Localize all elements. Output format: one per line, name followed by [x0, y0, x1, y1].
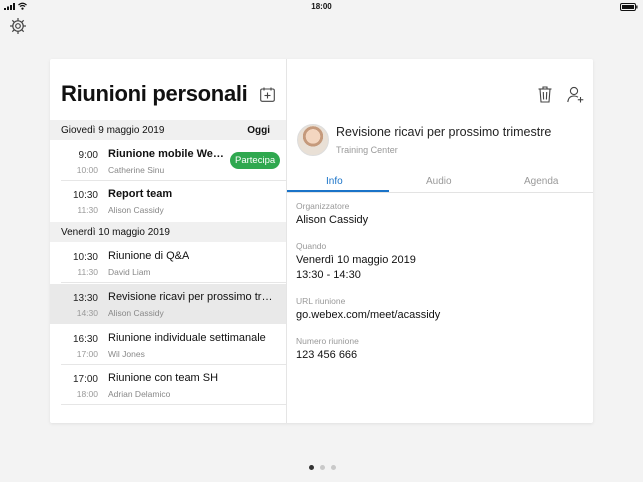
- meeting-host: Wil Jones: [108, 349, 145, 359]
- url-label: URL riunione: [296, 296, 346, 306]
- status-bar: 18:00: [0, 0, 643, 14]
- main-card: Riunioni personali Giovedì 9 maggio 2019…: [50, 59, 593, 423]
- meeting-list-item[interactable]: 9:00 10:00 Riunione mobile Webex Catheri…: [50, 141, 286, 181]
- meeting-detail-title: Revisione ricavi per prossimo trimestre: [336, 125, 552, 139]
- meeting-list-item[interactable]: 16:30 17:00 Riunione individuale settima…: [50, 325, 286, 365]
- meeting-number: 123 456 666: [296, 349, 358, 361]
- meeting-url[interactable]: go.webex.com/meet/acassidy: [296, 309, 440, 321]
- meeting-title: Revisione ricavi per prossimo trimestre: [108, 291, 273, 303]
- meeting-list-item[interactable]: 17:00 18:00 Riunione con team SH Adrian …: [50, 365, 286, 405]
- organizer-avatar: [297, 124, 329, 156]
- meeting-detail-subtitle: Training Center: [336, 145, 398, 155]
- day-header: Giovedì 9 maggio 2019 Oggi: [50, 120, 286, 140]
- trash-icon[interactable]: [538, 86, 552, 103]
- day-label: Giovedì 9 maggio 2019: [61, 125, 165, 136]
- meetings-list-panel: Riunioni personali Giovedì 9 maggio 2019…: [50, 59, 287, 423]
- meeting-title: Riunione con team SH: [108, 372, 219, 384]
- page-dot-active[interactable]: [309, 465, 314, 470]
- meeting-end-time: 11:30: [77, 205, 98, 215]
- when-date: Venerdì 10 maggio 2019: [296, 254, 416, 266]
- divider: [61, 404, 286, 405]
- meeting-start-time: 13:30: [72, 293, 98, 304]
- meeting-title: Riunione di Q&A: [108, 250, 190, 262]
- add-person-icon[interactable]: [567, 86, 584, 103]
- meeting-start-time: 17:00: [72, 374, 98, 385]
- organizer-label: Organizzatore: [296, 201, 350, 211]
- meeting-title: Riunione individuale settimanale: [108, 332, 266, 344]
- meeting-host: Catherine Sinu: [108, 165, 165, 175]
- page-dot[interactable]: [331, 465, 336, 470]
- tab-info[interactable]: Info: [326, 176, 343, 187]
- meeting-start-time: 10:30: [72, 252, 98, 263]
- meeting-list-item[interactable]: 10:30 11:30 Riunione di Q&A David Liam: [50, 243, 286, 283]
- tab-agenda[interactable]: Agenda: [524, 176, 558, 187]
- meeting-list-item-selected[interactable]: 13:30 14:30 Revisione ricavi per prossim…: [50, 284, 286, 324]
- when-label: Quando: [296, 241, 327, 251]
- settings-gear-icon[interactable]: [9, 17, 27, 35]
- meeting-start-time: 9:00: [78, 150, 98, 161]
- meeting-title: Riunione mobile Webex: [108, 148, 226, 160]
- today-label: Oggi: [247, 125, 270, 136]
- meeting-end-time: 17:00: [76, 349, 98, 359]
- divider: [61, 282, 286, 283]
- organizer-name: Alison Cassidy: [296, 214, 369, 226]
- day-label: Venerdì 10 maggio 2019: [61, 227, 170, 238]
- meeting-end-time: 11:30: [77, 267, 98, 277]
- meeting-detail-panel: Revisione ricavi per prossimo trimestre …: [287, 59, 593, 423]
- battery-icon: [620, 3, 638, 11]
- active-tab-indicator: [287, 190, 389, 192]
- when-time: 13:30 - 14:30: [296, 269, 361, 281]
- meeting-end-time: 10:00: [76, 165, 98, 175]
- meeting-host: Alison Cassidy: [108, 205, 164, 215]
- number-label: Numero riunione: [296, 336, 359, 346]
- join-button[interactable]: Partecipa: [230, 152, 281, 169]
- page-dot[interactable]: [320, 465, 325, 470]
- day-header: Venerdì 10 maggio 2019: [50, 222, 286, 242]
- meeting-end-time: 14:30: [76, 308, 98, 318]
- meeting-host: Alison Cassidy: [108, 308, 164, 318]
- meeting-title: Report team: [108, 188, 173, 200]
- page-title: Riunioni personali: [61, 81, 248, 106]
- meeting-host: David Liam: [108, 267, 151, 277]
- add-calendar-icon[interactable]: [260, 87, 275, 102]
- page-indicator: [309, 465, 337, 471]
- meeting-start-time: 16:30: [72, 334, 98, 345]
- meeting-start-time: 10:30: [72, 190, 98, 201]
- meeting-list-item[interactable]: 10:30 11:30 Report team Alison Cassidy: [50, 181, 286, 221]
- status-time: 18:00: [311, 2, 332, 11]
- meeting-end-time: 18:00: [76, 389, 98, 399]
- tab-audio[interactable]: Audio: [426, 176, 452, 187]
- meeting-host: Adrian Delamico: [108, 389, 171, 399]
